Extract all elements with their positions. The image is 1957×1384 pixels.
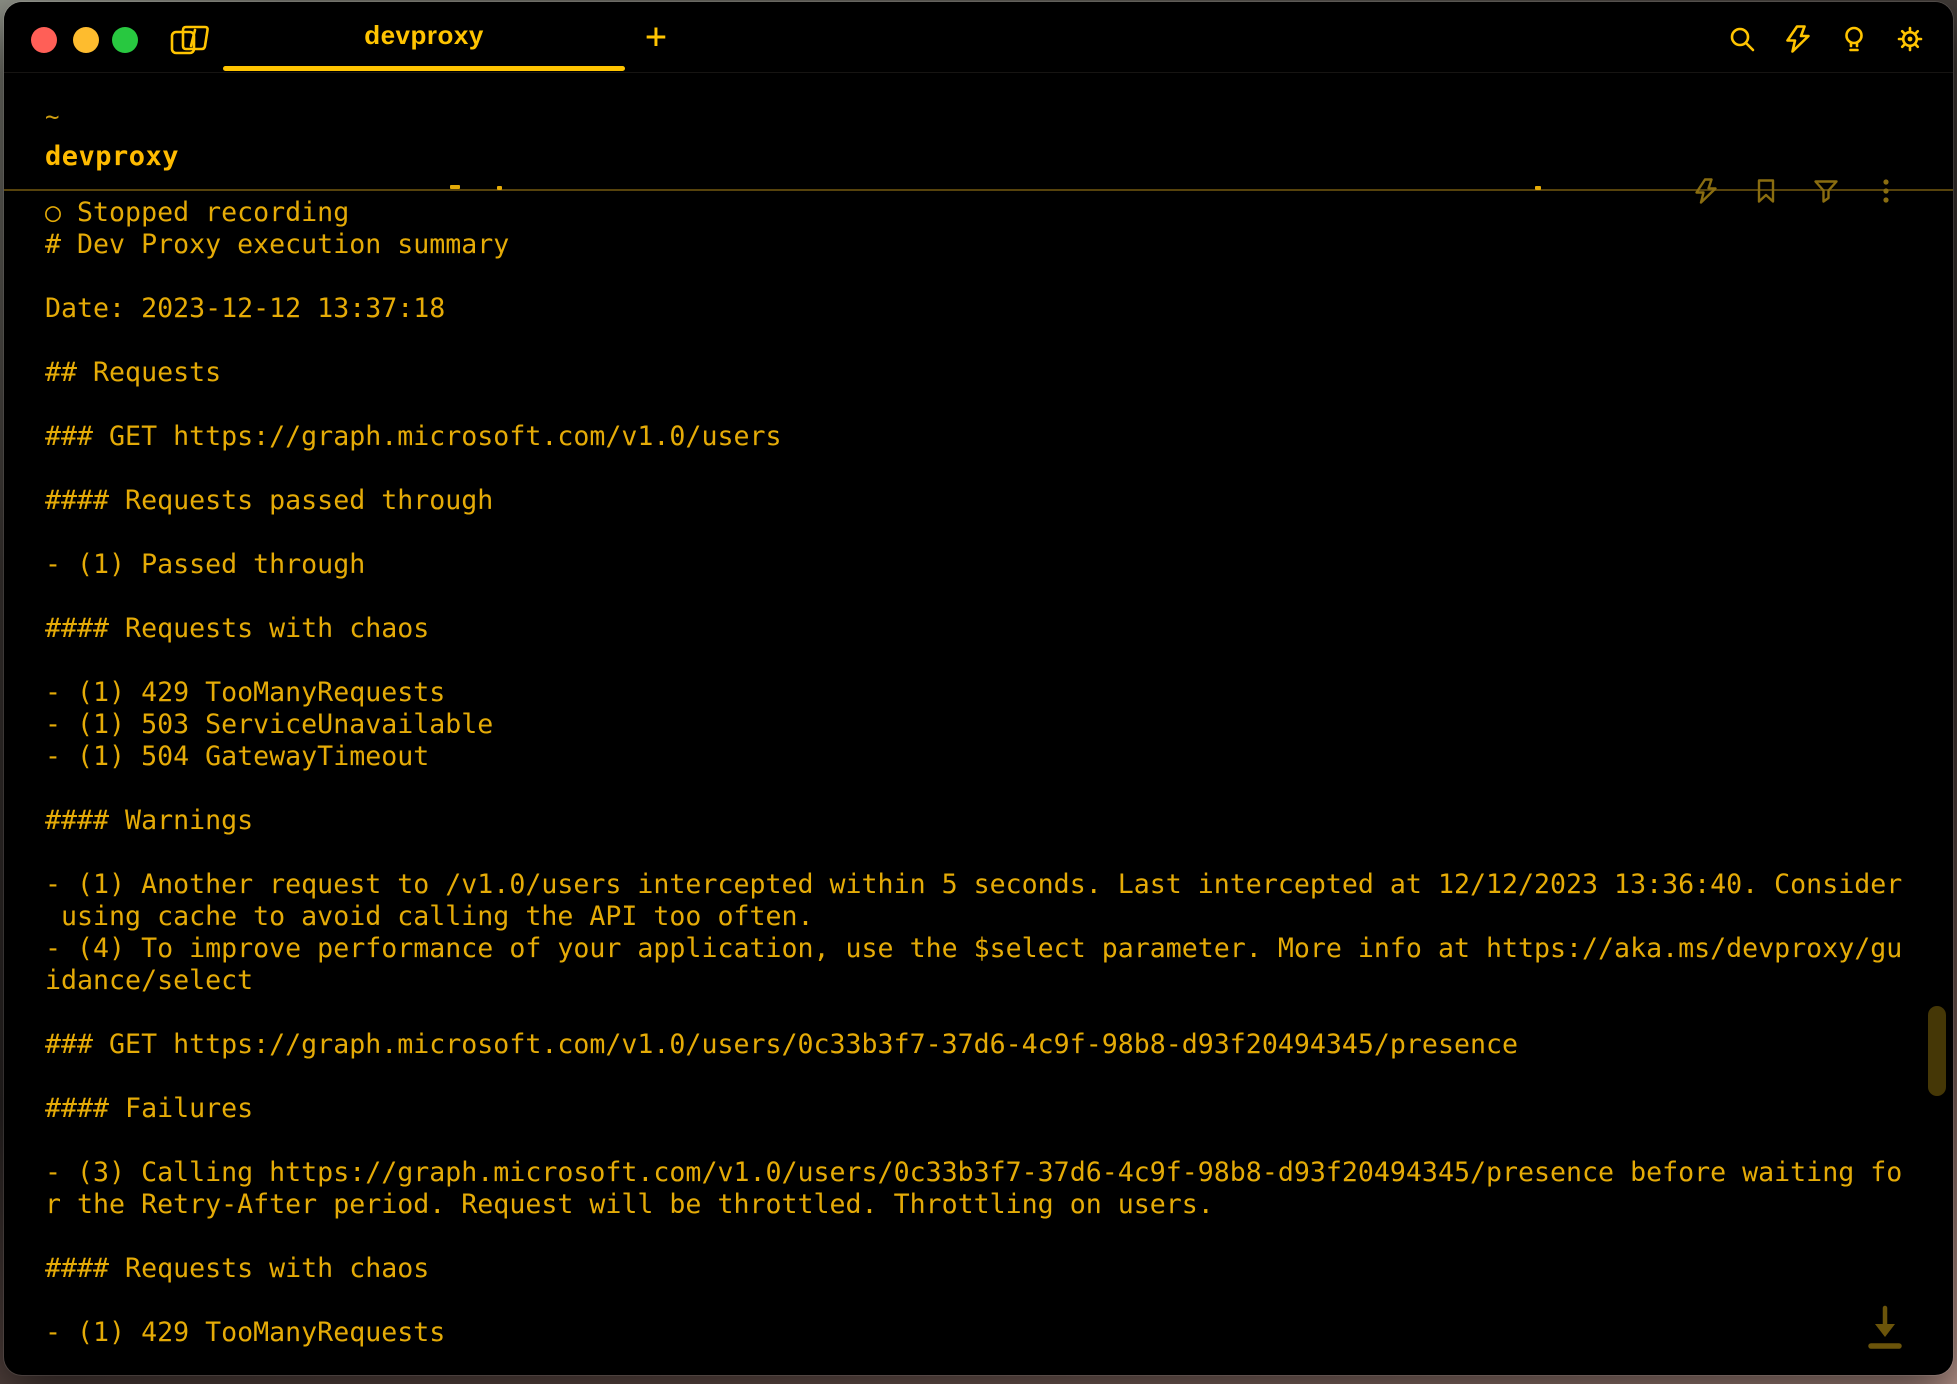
tab-title: devproxy bbox=[223, 2, 625, 68]
terminal-window: devproxy + bbox=[4, 2, 1953, 1375]
active-tab-indicator bbox=[223, 66, 625, 71]
tab-devproxy[interactable]: devproxy bbox=[223, 2, 625, 72]
clipped-text-fragment bbox=[497, 186, 502, 190]
lightning-icon[interactable] bbox=[1783, 24, 1813, 54]
titlebar: devproxy + bbox=[4, 2, 1953, 72]
search-icon[interactable] bbox=[1727, 24, 1757, 54]
download-icon[interactable] bbox=[1862, 1300, 1908, 1356]
gear-icon[interactable] bbox=[1895, 24, 1925, 54]
lightbulb-icon[interactable] bbox=[1839, 24, 1869, 54]
close-window-button[interactable] bbox=[31, 27, 57, 53]
pages-icon[interactable] bbox=[168, 21, 210, 59]
minimize-window-button[interactable] bbox=[73, 27, 99, 53]
block-header: ~ devproxy bbox=[4, 72, 1953, 191]
terminal-output-area[interactable]: ○ Stopped recording # Dev Proxy executio… bbox=[4, 193, 1953, 1375]
clipped-text-fragment bbox=[450, 185, 460, 189]
new-tab-button[interactable]: + bbox=[638, 20, 674, 56]
zoom-window-button[interactable] bbox=[112, 27, 138, 53]
terminal-output-text: ○ Stopped recording # Dev Proxy executio… bbox=[4, 193, 1953, 1349]
command-title: devproxy bbox=[45, 141, 179, 172]
clipped-text-fragment bbox=[1535, 186, 1541, 190]
scrollbar-thumb[interactable] bbox=[1928, 1006, 1946, 1096]
working-directory-label: ~ bbox=[45, 103, 59, 131]
